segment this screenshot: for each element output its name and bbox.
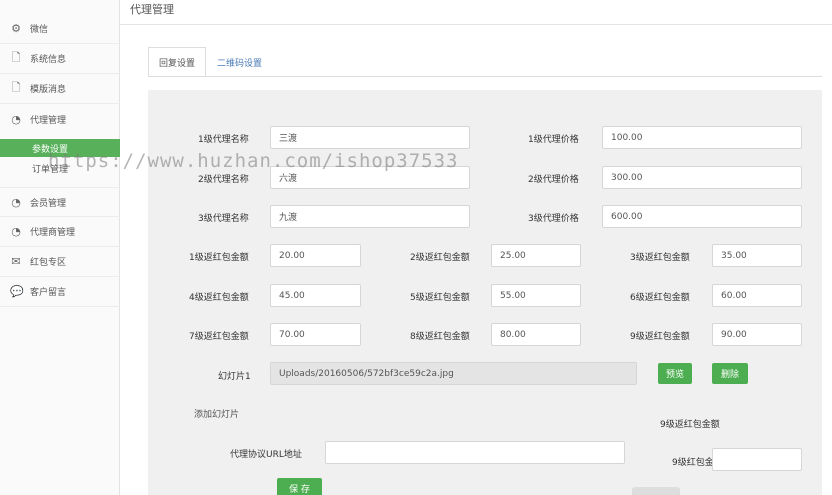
rebate-1-input[interactable]: 20.00 <box>270 244 361 267</box>
add-slide-link[interactable]: 添加幻灯片 <box>194 407 239 420</box>
agent-1-name-label: 1级代理名称 <box>198 135 249 145</box>
sidebar-item-wechat[interactable]: ⚙ 微信 <box>0 14 120 44</box>
sidebar-subitem-order-management[interactable]: 订单管理 <box>0 159 120 177</box>
slide-1-path-input[interactable]: Uploads/20160506/572bf3ce59c2a.jpg <box>270 362 637 385</box>
rss-icon: ◔ <box>11 225 21 238</box>
rss-icon: ◔ <box>11 112 21 126</box>
agent-1-price-label: 1级代理价格 <box>528 135 579 145</box>
agent-1-name-input[interactable]: 三渡 <box>270 126 470 149</box>
gears-icon: ⚙ <box>11 22 21 35</box>
envelope-icon: ✉ <box>11 255 21 268</box>
agent-2-name-label: 2级代理名称 <box>198 175 249 185</box>
rebate-7-label: 7级返红包金额 <box>189 332 249 342</box>
rebate-9-label: 9级返红包金额 <box>630 332 690 342</box>
sidebar-subitem-label: 参数设置 <box>32 144 69 155</box>
settings-panel: 1级代理名称 三渡 1级代理价格 100.00 2级代理名称 六渡 2级代理价格… <box>148 90 822 495</box>
sidebar-item-agent-vendor-management[interactable]: ◔ 代理商管理 <box>0 217 120 247</box>
agent-2-price-label: 2级代理价格 <box>528 175 579 185</box>
rebate-1-label: 1级返红包金额 <box>189 253 249 263</box>
sidebar-subitem-parameter-settings[interactable]: 参数设置 <box>0 139 120 157</box>
agent-1-price-input[interactable]: 100.00 <box>602 126 802 149</box>
delete-button[interactable]: 删除 <box>712 363 748 384</box>
header-divider <box>120 24 832 25</box>
rebate-6-input[interactable]: 60.00 <box>712 284 802 307</box>
agent-3-price-label: 3级代理价格 <box>528 214 579 224</box>
sidebar-item-label: 代理管理 <box>30 115 67 126</box>
sidebar: ⚙ 微信 🗋 系统信息 🗋 模版消息 ◔ 代理管理 参数设置 订单管理 ◔ 会员… <box>0 0 120 495</box>
sidebar-item-customer-messages[interactable]: 💬 客户留言 <box>0 277 120 307</box>
save-button[interactable]: 保 存 <box>277 478 322 495</box>
file-icon: 🗋 <box>11 51 21 64</box>
sidebar-item-agent-management[interactable]: ◔ 代理管理 <box>0 104 120 134</box>
sidebar-item-label: 客户留言 <box>30 288 67 298</box>
rebate-3-label: 3级返红包金额 <box>630 253 690 263</box>
sidebar-item-label: 红包专区 <box>30 258 67 268</box>
sidebar-subitem-label: 订单管理 <box>32 164 69 175</box>
rebate-2-input[interactable]: 25.00 <box>491 244 581 267</box>
rss-icon: ◔ <box>11 195 21 209</box>
agent-3-name-input[interactable]: 九渡 <box>270 205 470 228</box>
sidebar-item-label: 会员管理 <box>30 198 67 209</box>
agent-2-price-input[interactable]: 300.00 <box>602 166 802 189</box>
sidebar-item-label: 系统信息 <box>30 55 67 65</box>
tab-divider <box>148 76 822 77</box>
rebate-4-input[interactable]: 45.00 <box>270 284 361 307</box>
sidebar-item-member-management[interactable]: ◔ 会员管理 <box>0 187 120 217</box>
tab-qrcode-settings[interactable]: 二维码设置 <box>207 47 272 77</box>
sidebar-item-label: 模版消息 <box>30 85 67 95</box>
sidebar-item-red-packet-zone[interactable]: ✉ 红包专区 <box>0 247 120 277</box>
agent-3-price-input[interactable]: 600.00 <box>602 205 802 228</box>
file-icon: 🗋 <box>11 81 21 94</box>
extra-rebate-label: 9级返红包金额 <box>660 420 720 430</box>
rebate-8-input[interactable]: 80.00 <box>491 323 581 346</box>
agreement-url-input[interactable] <box>325 441 625 464</box>
rebate-9-input[interactable]: 90.00 <box>712 323 802 346</box>
sidebar-item-system-info[interactable]: 🗋 系统信息 <box>0 44 120 74</box>
extra-rebate-input[interactable] <box>712 448 802 471</box>
sidebar-item-label: 微信 <box>30 25 49 35</box>
sidebar-item-label: 代理商管理 <box>30 228 76 238</box>
rebate-2-label: 2级返红包金额 <box>410 253 470 263</box>
rebate-5-label: 5级返红包金额 <box>410 293 470 303</box>
rebate-5-input[interactable]: 55.00 <box>491 284 581 307</box>
agreement-url-label: 代理协议URL地址 <box>230 450 302 460</box>
slide-1-label: 幻灯片1 <box>218 372 251 382</box>
rebate-4-label: 4级返红包金额 <box>189 293 249 303</box>
agent-2-name-input[interactable]: 六渡 <box>270 166 470 189</box>
rebate-6-label: 6级返红包金额 <box>630 293 690 303</box>
sidebar-item-template-messages[interactable]: 🗋 模版消息 <box>0 74 120 104</box>
comments-icon: 💬 <box>10 285 24 298</box>
page-title: 代理管理 <box>130 3 174 16</box>
rebate-7-input[interactable]: 70.00 <box>270 323 361 346</box>
rebate-8-label: 8级返红包金额 <box>410 332 470 342</box>
tab-reply-settings[interactable]: 回复设置 <box>148 47 207 77</box>
partial-button <box>632 487 680 495</box>
agent-3-name-label: 3级代理名称 <box>198 214 249 224</box>
rebate-3-input[interactable]: 35.00 <box>712 244 802 267</box>
preview-button[interactable]: 预览 <box>658 363 692 384</box>
